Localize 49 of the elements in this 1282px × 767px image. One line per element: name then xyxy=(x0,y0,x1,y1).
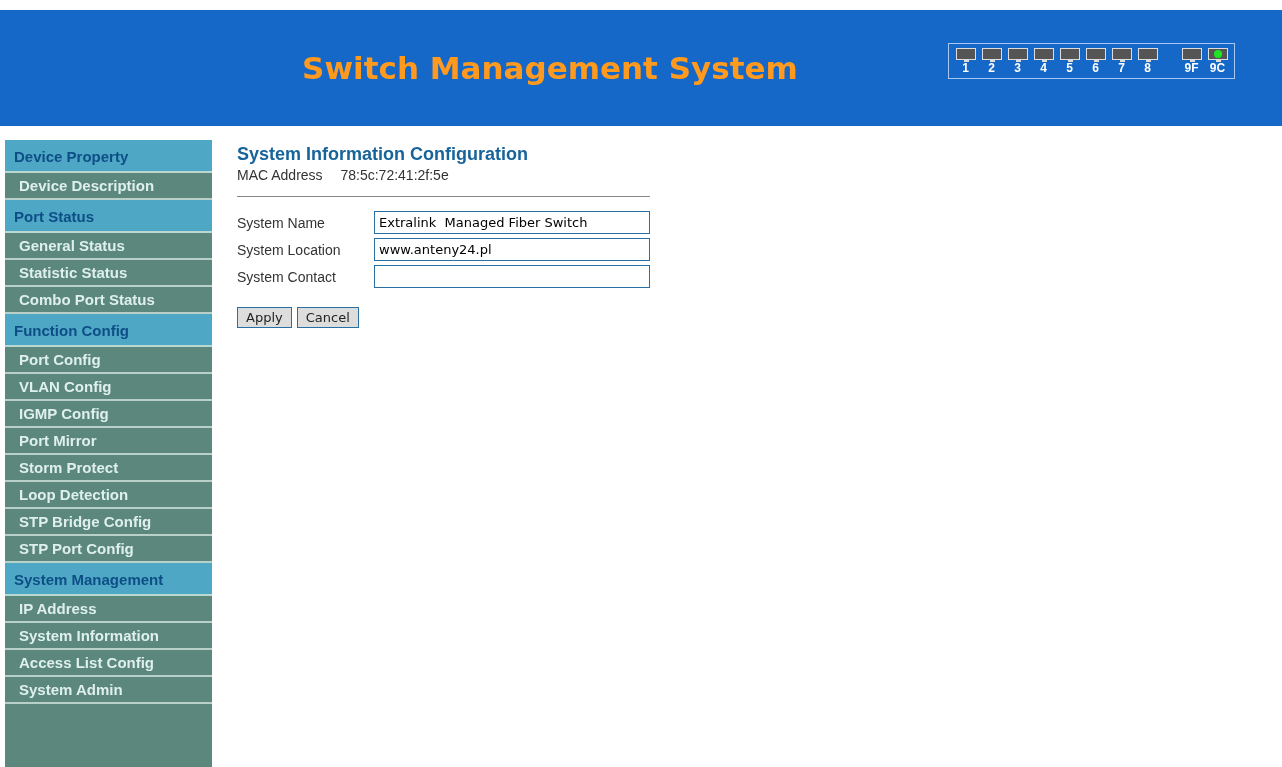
port-icon xyxy=(1207,48,1228,60)
menu-item[interactable]: Storm Protect xyxy=(5,455,212,482)
menu-item[interactable]: STP Bridge Config xyxy=(5,509,212,536)
port-label: 3 xyxy=(1014,62,1021,75)
port-icon xyxy=(955,48,976,60)
menu-heading[interactable]: Device Property xyxy=(5,140,212,173)
port-label: 4 xyxy=(1040,62,1047,75)
menu-item[interactable]: Access List Config xyxy=(5,650,212,677)
menu-item[interactable]: IGMP Config xyxy=(5,401,212,428)
input-field[interactable]: Extralink Managed Fiber Switch xyxy=(374,211,650,234)
field-label: System Location xyxy=(237,241,342,258)
port-icon xyxy=(1137,48,1158,60)
input-field[interactable] xyxy=(374,265,650,288)
port-label: 5 xyxy=(1066,62,1073,75)
menu-item[interactable]: System Admin xyxy=(5,677,212,704)
port-label: 7 xyxy=(1118,62,1125,75)
port-icon xyxy=(1181,48,1202,60)
port-icon xyxy=(1111,48,1132,60)
section-title: System Information Configuration xyxy=(237,144,529,165)
port-label: 6 xyxy=(1092,62,1099,75)
menu-item[interactable]: Statistic Status xyxy=(5,260,212,287)
port-label: 2 xyxy=(988,62,995,75)
menu-item[interactable]: System Information xyxy=(5,623,212,650)
page-title: Switch Management System xyxy=(301,50,799,86)
input-field[interactable]: www.anteny24.pl xyxy=(374,238,650,261)
menu-heading[interactable]: System Management xyxy=(5,563,212,596)
menu-item[interactable]: Loop Detection xyxy=(5,482,212,509)
menu-item[interactable]: General Status xyxy=(5,233,212,260)
port-icon xyxy=(1059,48,1080,60)
form-button[interactable]: Cancel xyxy=(296,307,359,328)
menu-item[interactable]: VLAN Config xyxy=(5,374,212,401)
port-icon xyxy=(1007,48,1028,60)
port-label: 9C xyxy=(1209,62,1226,75)
menu-item[interactable]: Port Mirror xyxy=(5,428,212,455)
port-label: 8 xyxy=(1144,62,1151,75)
port-icon xyxy=(1033,48,1054,60)
menu-item[interactable]: Port Config xyxy=(5,347,212,374)
menu-item[interactable]: IP Address xyxy=(5,596,212,623)
field-label: System Contact xyxy=(237,268,337,285)
port-icon xyxy=(981,48,1002,60)
port-label: 9F xyxy=(1184,62,1199,75)
mac-value: 78:5c:72:41:2f:5e xyxy=(340,167,449,183)
field-label: System Name xyxy=(237,214,326,231)
port-label: 1 xyxy=(962,62,969,75)
form-button[interactable]: Apply xyxy=(237,307,292,328)
port-icon xyxy=(1085,48,1106,60)
menu-heading[interactable]: Port Status xyxy=(5,200,212,233)
menu-heading[interactable]: Function Config xyxy=(5,314,212,347)
mac-label: MAC Address xyxy=(237,167,323,183)
